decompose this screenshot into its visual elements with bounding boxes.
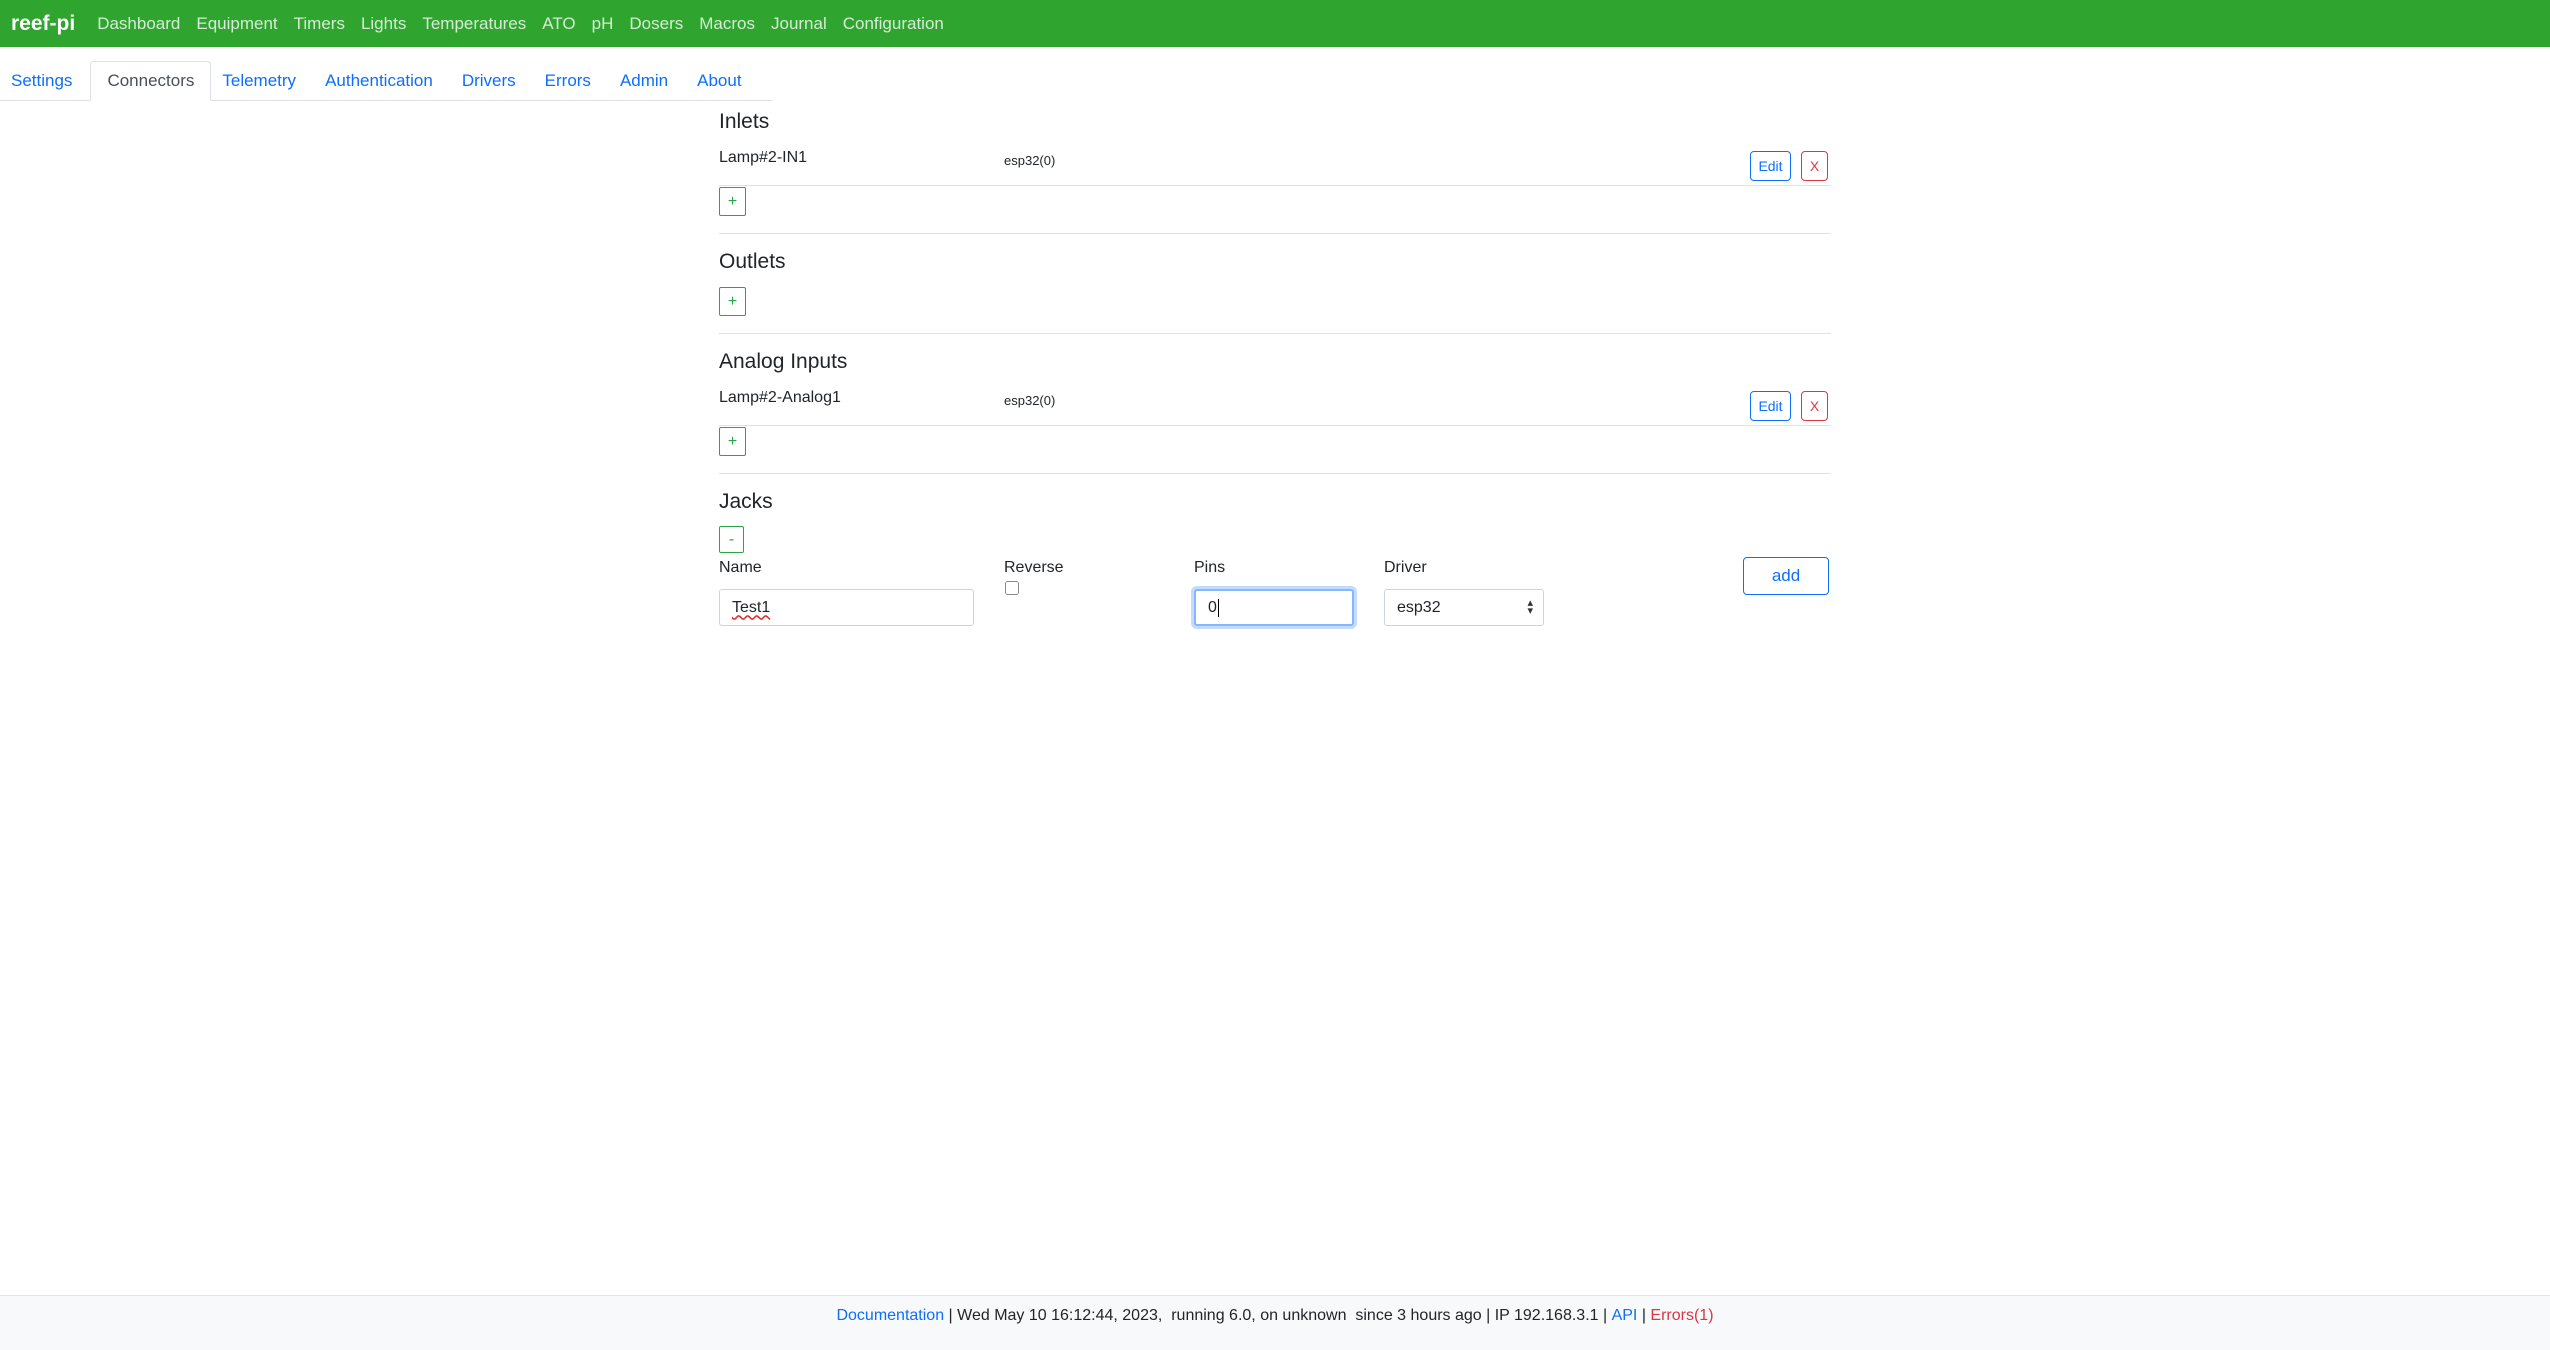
jack-name-label: Name: [719, 559, 762, 576]
analog-input-row: Lamp#2-Analog1 esp32(0) Edit X: [719, 383, 1831, 426]
divider: [719, 473, 1831, 474]
jack-pins-value: 0: [1208, 598, 1217, 616]
nav-ph[interactable]: pH: [592, 14, 614, 34]
divider: [719, 233, 1831, 234]
nav-macros[interactable]: Macros: [699, 14, 755, 34]
jack-driver-value: esp32: [1397, 598, 1441, 616]
inlet-name: Lamp#2-IN1: [719, 149, 808, 166]
analog-input-name: Lamp#2-Analog1: [719, 389, 841, 406]
add-analog-input-button[interactable]: +: [719, 427, 746, 456]
inlet-row: Lamp#2-IN1 esp32(0) Edit X: [719, 143, 1831, 186]
analog-inputs-heading: Analog Inputs: [719, 350, 848, 373]
nav-configuration[interactable]: Configuration: [843, 14, 944, 34]
tab-settings[interactable]: Settings: [0, 61, 90, 101]
jack-pins-input[interactable]: 0: [1194, 589, 1354, 626]
jack-reverse-label: Reverse: [1004, 559, 1064, 576]
divider: [719, 333, 1831, 334]
jacks-heading: Jacks: [719, 490, 773, 513]
footer-uptime: since 3 hours ago: [1355, 1307, 1482, 1324]
tab-admin[interactable]: Admin: [609, 61, 686, 101]
analog-input-delete-button[interactable]: X: [1801, 391, 1828, 421]
errors-link[interactable]: Errors(1): [1650, 1307, 1713, 1325]
brand-logo[interactable]: reef-pi: [11, 12, 75, 36]
nav-lights[interactable]: Lights: [361, 14, 406, 34]
inlets-heading: Inlets: [719, 110, 770, 133]
jack-pins-label: Pins: [1194, 559, 1226, 576]
footer-host: on unknown: [1260, 1307, 1347, 1324]
jack-name-value: Test1: [732, 598, 771, 616]
tab-connectors[interactable]: Connectors: [90, 61, 212, 101]
footer: Documentation | Wed May 10 16:12:44, 202…: [0, 1295, 2550, 1350]
tab-about[interactable]: About: [686, 61, 759, 101]
nav-dashboard[interactable]: Dashboard: [97, 14, 180, 34]
add-outlet-button[interactable]: +: [719, 287, 746, 316]
analog-input-edit-button[interactable]: Edit: [1750, 391, 1791, 421]
api-link[interactable]: API: [1612, 1307, 1638, 1325]
collapse-jack-form-button[interactable]: -: [719, 526, 744, 553]
tab-authentication[interactable]: Authentication: [314, 61, 451, 101]
text-cursor: [1217, 598, 1219, 617]
jack-reverse-checkbox[interactable]: [1005, 581, 1019, 595]
outlets-heading: Outlets: [719, 250, 786, 273]
add-inlet-button[interactable]: +: [719, 187, 746, 216]
tab-telemetry[interactable]: Telemetry: [211, 61, 314, 101]
jack-driver-label: Driver: [1384, 559, 1427, 576]
select-updown-icon: ▴ ▾: [1527, 597, 1533, 617]
tab-errors[interactable]: Errors: [534, 61, 609, 101]
tab-drivers[interactable]: Drivers: [451, 61, 534, 101]
nav-temperatures[interactable]: Temperatures: [422, 14, 526, 34]
footer-separator: |: [1481, 1307, 1495, 1324]
analog-input-driver: esp32(0): [1004, 393, 1056, 408]
nav-equipment[interactable]: Equipment: [196, 14, 277, 34]
jack-name-input[interactable]: Test1: [719, 589, 974, 626]
nav-dosers[interactable]: Dosers: [629, 14, 683, 34]
jack-driver-select[interactable]: esp32 ▴ ▾: [1384, 589, 1544, 626]
nav-journal[interactable]: Journal: [771, 14, 827, 34]
inlet-edit-button[interactable]: Edit: [1750, 151, 1791, 181]
nav-timers[interactable]: Timers: [294, 14, 345, 34]
configuration-tabs: Settings Connectors Telemetry Authentica…: [0, 59, 772, 101]
inlet-delete-button[interactable]: X: [1801, 151, 1828, 181]
top-navbar: reef-pi Dashboard Equipment Timers Light…: [0, 0, 2550, 47]
add-jack-button[interactable]: add: [1743, 557, 1829, 595]
footer-datetime: Wed May 10 16:12:44, 2023,: [957, 1307, 1163, 1324]
footer-ip: IP 192.168.3.1: [1494, 1307, 1599, 1324]
footer-version: running 6.0,: [1171, 1307, 1256, 1324]
nav-ato[interactable]: ATO: [542, 14, 575, 34]
inlet-driver: esp32(0): [1004, 153, 1056, 168]
footer-separator: |: [1598, 1307, 1612, 1324]
footer-separator: |: [944, 1307, 958, 1324]
documentation-link[interactable]: Documentation: [836, 1307, 944, 1325]
footer-separator: |: [1637, 1307, 1651, 1324]
